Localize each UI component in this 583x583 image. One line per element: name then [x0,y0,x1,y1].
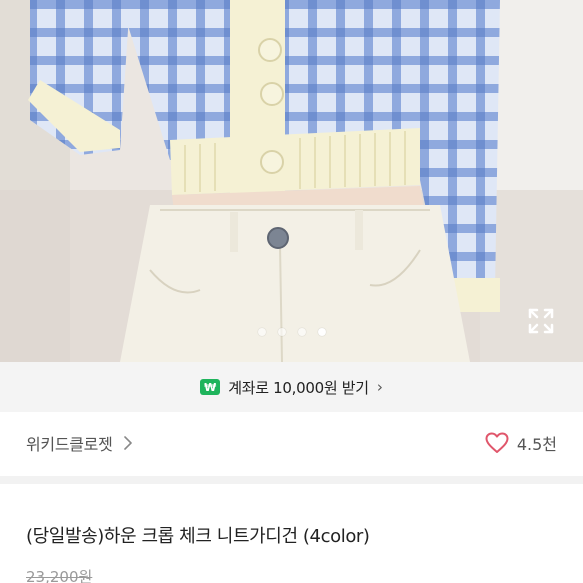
like-count: 4.5천 [516,435,557,454]
shop-row: 위키드클로젯 4.5천 [0,412,583,474]
product-price: 23,200원 [26,568,93,583]
shop-name: 위키드클로젯 [26,435,113,454]
carousel-dot[interactable] [257,328,266,336]
won-icon: ₩ [200,379,221,395]
carousel-dots [0,328,583,336]
carousel-dot[interactable] [297,328,306,336]
expand-icon[interactable] [525,305,557,337]
promo-text: 계좌로 10,000원 받기 [228,378,369,397]
carousel-dot-active[interactable] [317,328,326,336]
carousel-dot[interactable] [277,328,286,336]
chevron-right-icon [123,436,132,450]
section-divider [0,476,583,484]
heart-icon [485,432,509,453]
product-title: (당일발송)하운 크롭 체크 니트가디건 (4color) [26,526,370,547]
chevron-right-icon: › [376,378,383,396]
product-photo [0,0,583,362]
like-button[interactable]: 4.5천 [485,431,557,455]
shop-link[interactable]: 위키드클로젯 [26,431,133,455]
account-transfer-promo[interactable]: ₩ 계좌로 10,000원 받기 › [0,362,583,412]
product-image[interactable] [0,0,583,362]
